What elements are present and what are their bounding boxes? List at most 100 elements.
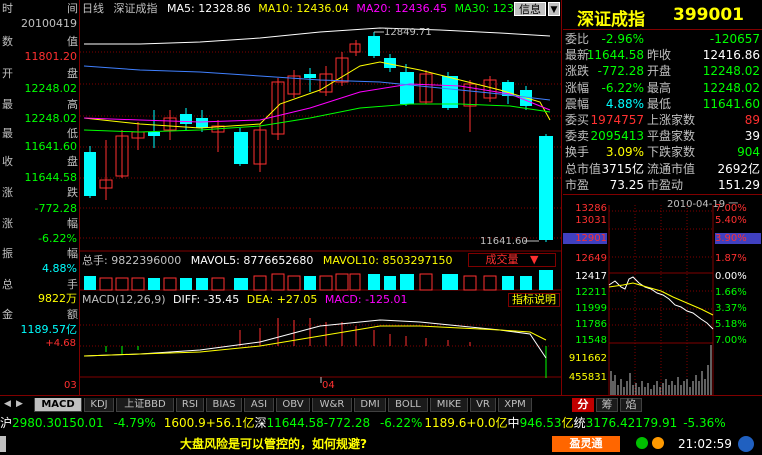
candle <box>180 114 192 124</box>
chevron-down-icon: ▼ <box>530 253 539 266</box>
quote-value: 11641.60 <box>702 96 760 111</box>
quote-value: 39 <box>744 129 760 144</box>
quote-value: 89 <box>744 113 760 127</box>
tab-w-r[interactable]: W&R <box>312 398 352 412</box>
row-value: 数 值 <box>2 35 78 48</box>
tab-scroll-right-icon[interactable]: ▶ <box>16 399 23 409</box>
row-open: 开 盘 <box>2 67 78 80</box>
brand-button[interactable]: 盈灵通 <box>552 436 620 452</box>
quote-key: 开盘 <box>647 64 672 79</box>
candle <box>442 76 458 108</box>
tab-scroll-left-icon[interactable]: ◀ <box>4 399 11 409</box>
quote-key: 委卖 <box>565 129 590 144</box>
low-label: 11641.60 <box>480 236 528 247</box>
intraday-vol-label: 911662 <box>568 353 607 364</box>
quote-value: -6.22% <box>601 80 644 95</box>
tab-obv[interactable]: OBV <box>276 398 310 412</box>
tab-dmi[interactable]: DMI <box>354 398 386 412</box>
tab-mike[interactable]: MIKE <box>430 398 468 412</box>
tab-fenshi[interactable]: 分 <box>572 398 594 412</box>
kline-svg: 12849.71 11641.60 <box>80 27 562 383</box>
quote-row: 最新 11644.58 昨收 12416.86 <box>563 48 762 62</box>
indicator-help-button[interactable]: 指标说明 <box>508 293 560 307</box>
row-pct: 涨 幅 <box>2 217 78 230</box>
intraday-panel[interactable]: 2010-04-19 一 13286 7.00% 13031 5.40% 129… <box>563 194 762 395</box>
quote-header: 深证成指 399001 <box>563 0 762 30</box>
quote-key: 市盈 <box>565 177 590 192</box>
tab--bbd[interactable]: 上证BBD <box>116 398 174 412</box>
quote-key: 市盈动 <box>647 177 684 192</box>
value-close: 11644.58 <box>24 171 78 184</box>
quote-title: 深证成指 <box>577 10 645 30</box>
volume-header: 总手: 9822396000 MAVOL5: 8776652680 MAVOL1… <box>82 254 453 267</box>
kline-panel[interactable]: 日线 深证成指 MA5: 12328.86 MA10: 12436.04 MA2… <box>45 0 562 395</box>
tab-vr[interactable]: VR <box>470 398 496 412</box>
quote-row: 涨幅 -6.22% 最高 12248.02 <box>563 81 762 95</box>
quote-key: 昨收 <box>647 48 672 63</box>
quote-value: 904 <box>737 145 760 160</box>
intraday-pct-label: 1.87% <box>715 253 747 264</box>
quote-key: 最低 <box>647 96 672 111</box>
tab-bias[interactable]: BIAS <box>206 398 242 412</box>
intraday-pct-label: 5.18% <box>715 319 747 330</box>
quote-value: 12248.02 <box>702 80 760 95</box>
quote-value: 4.88% <box>605 96 644 111</box>
tab-asi[interactable]: ASI <box>244 398 274 412</box>
bar-handle <box>0 436 6 452</box>
high-label: 12849.71 <box>384 27 432 38</box>
intraday-pct-label: 3.90% <box>715 233 761 244</box>
tab-xpm[interactable]: XPM <box>498 398 532 412</box>
quote-key: 下跌家数 <box>647 145 696 160</box>
intraday-price-label: 13286 <box>575 203 607 214</box>
value-time: 20100419 <box>21 17 77 30</box>
tab-kdj[interactable]: KDJ <box>84 398 114 412</box>
intraday-pct-label: 3.37% <box>715 303 747 314</box>
macd-header: MACD(12,26,9) DIFF: -35.45 DEA: +27.05 M… <box>82 293 408 306</box>
tab-boll[interactable]: BOLL <box>388 398 428 412</box>
index-ticker: 沪2980.30150.01 -4.79% 1600.9+56.1亿深11644… <box>0 416 726 430</box>
intraday-pct-label: 5.40% <box>715 215 747 226</box>
value-value: 11801.20 <box>24 50 78 63</box>
quote-value: 1974757 <box>590 113 644 127</box>
indicator-dropdown[interactable]: 成交量 ▼ <box>468 253 556 267</box>
tab-chips[interactable]: 筹 <box>596 398 618 412</box>
quote-value: -120657 <box>709 32 760 46</box>
value-amount: 1189.57亿 <box>20 323 78 336</box>
tab-flame[interactable]: 焰 <box>620 398 642 412</box>
quote-value: 12248.02 <box>702 64 760 79</box>
candle-last <box>539 136 553 240</box>
intraday-pct-label: 0.00% <box>715 271 747 282</box>
quote-value: 12416.86 <box>702 48 760 63</box>
tab-rsi[interactable]: RSI <box>176 398 204 412</box>
globe-icon[interactable] <box>738 436 754 452</box>
row-volume: 总 手 <box>2 278 78 291</box>
value-amplitude: 4.88% <box>42 262 77 275</box>
quote-key: 涨幅 <box>565 80 590 95</box>
quote-row: 委卖 2095413 平盘家数 39 <box>563 129 762 143</box>
quote-key: 震幅 <box>565 96 590 111</box>
candle <box>304 74 316 78</box>
quote-code: 399001 <box>673 5 744 25</box>
quote-value: 3.09% <box>605 145 644 160</box>
quote-row: 委比 -2.96% -120657 <box>563 32 762 46</box>
ma-blue-line <box>83 65 551 101</box>
bottom-bar: 大盘风险是可以管控的，如何规避? 盈灵通 21:02:59 <box>0 435 762 453</box>
month-label-04: 04 <box>322 380 335 391</box>
quote-key: 换手 <box>565 145 590 160</box>
news-marquee[interactable]: 大盘风险是可以管控的，如何规避? <box>180 436 367 452</box>
alert-icon[interactable] <box>652 437 664 449</box>
quote-row: 换手 3.09% 下跌家数 904 <box>563 145 762 159</box>
row-high: 最 高 <box>2 98 78 111</box>
status-bar: 沪2980.30150.01 -4.79% 1600.9+56.1亿深11644… <box>0 413 762 455</box>
candle <box>234 132 248 164</box>
quote-row: 市盈 73.25 市盈动 151.29 <box>563 178 762 192</box>
quote-value: 2692亿 <box>717 161 760 176</box>
quote-key: 总市值 <box>565 161 602 176</box>
quote-key: 最新 <box>565 48 590 63</box>
candle <box>84 152 96 196</box>
quote-row: 涨跌 -772.28 开盘 12248.02 <box>563 64 762 78</box>
tab-macd[interactable]: MACD <box>34 398 82 412</box>
macd-axis-label: +4.68 <box>45 338 76 349</box>
candle <box>368 36 380 56</box>
intraday-price-label: 12211 <box>575 287 607 298</box>
